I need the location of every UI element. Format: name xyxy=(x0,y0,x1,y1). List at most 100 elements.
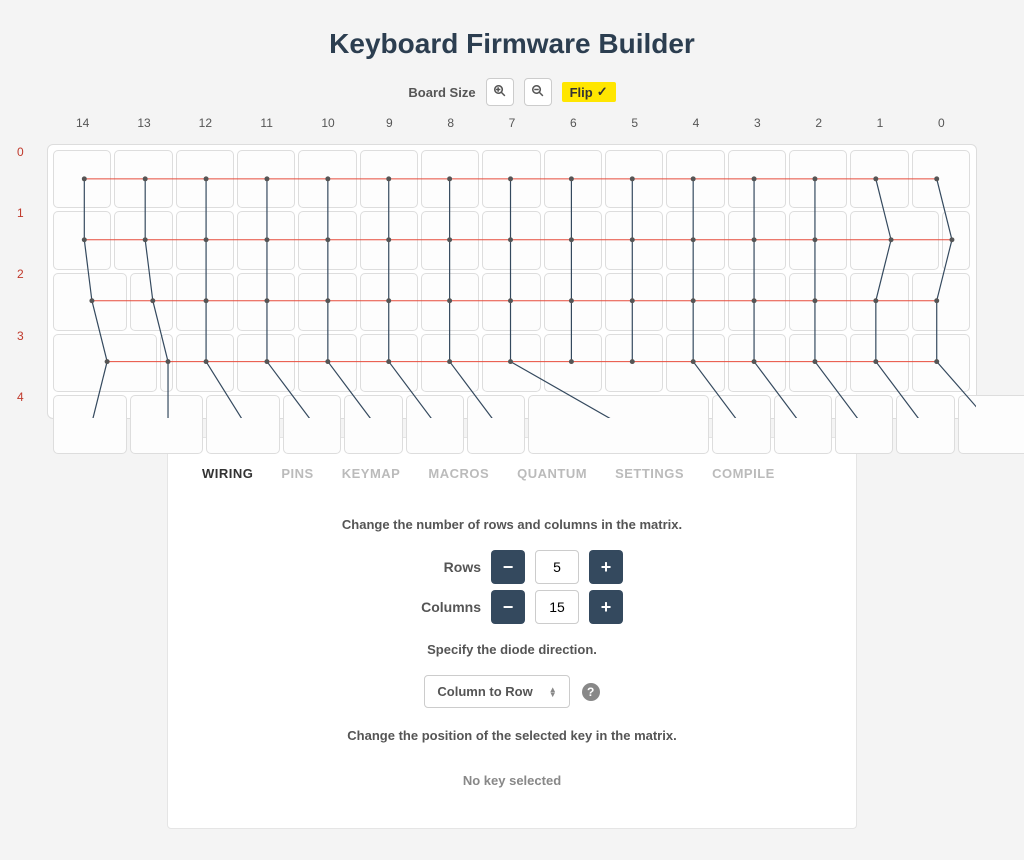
tab-pins[interactable]: PINS xyxy=(281,466,313,481)
key[interactable] xyxy=(605,211,663,269)
key[interactable] xyxy=(850,334,908,392)
columns-label: Columns xyxy=(401,599,481,615)
key[interactable] xyxy=(176,211,234,269)
key[interactable] xyxy=(421,150,479,208)
row-label: 1 xyxy=(17,206,24,220)
key[interactable] xyxy=(130,395,204,453)
key[interactable] xyxy=(666,334,724,392)
key[interactable] xyxy=(421,334,479,392)
key[interactable] xyxy=(789,334,847,392)
key[interactable] xyxy=(666,273,724,331)
row-label: 2 xyxy=(17,267,24,281)
key[interactable] xyxy=(850,273,908,331)
key[interactable] xyxy=(114,150,172,208)
key[interactable] xyxy=(728,211,786,269)
board-toolbar: Board Size Flip ✓ xyxy=(0,78,1024,106)
key[interactable] xyxy=(344,395,402,453)
tab-wiring[interactable]: WIRING xyxy=(202,466,253,481)
key[interactable] xyxy=(482,334,540,392)
key[interactable] xyxy=(298,150,356,208)
key[interactable] xyxy=(544,334,602,392)
key[interactable] xyxy=(53,211,111,269)
columns-decrement-button[interactable]: − xyxy=(491,590,525,624)
key[interactable] xyxy=(728,150,786,208)
key[interactable] xyxy=(666,150,724,208)
key[interactable] xyxy=(942,211,970,269)
flip-toggle[interactable]: Flip ✓ xyxy=(562,82,616,102)
key[interactable] xyxy=(482,211,540,269)
key[interactable] xyxy=(237,273,295,331)
key[interactable] xyxy=(160,334,172,392)
key[interactable] xyxy=(360,273,418,331)
key[interactable] xyxy=(421,273,479,331)
tab-settings[interactable]: SETTINGS xyxy=(615,466,684,481)
key[interactable] xyxy=(605,334,663,392)
columns-input[interactable] xyxy=(535,590,579,624)
zoom-out-button[interactable] xyxy=(524,78,552,106)
key[interactable] xyxy=(912,150,970,208)
key[interactable] xyxy=(728,334,786,392)
key[interactable] xyxy=(176,334,234,392)
key[interactable] xyxy=(406,395,464,453)
key[interactable] xyxy=(912,273,970,331)
key[interactable] xyxy=(130,273,173,331)
key[interactable] xyxy=(360,211,418,269)
key[interactable] xyxy=(789,273,847,331)
key[interactable] xyxy=(237,334,295,392)
key[interactable] xyxy=(360,150,418,208)
rows-input[interactable] xyxy=(535,550,579,584)
key[interactable] xyxy=(958,395,1024,453)
tab-quantum[interactable]: QUANTUM xyxy=(517,466,587,481)
key[interactable] xyxy=(789,150,847,208)
key[interactable] xyxy=(283,395,341,453)
key[interactable] xyxy=(544,211,602,269)
key[interactable] xyxy=(53,395,127,453)
key[interactable] xyxy=(53,334,157,392)
key[interactable] xyxy=(237,211,295,269)
rows-stepper: Rows − + xyxy=(192,550,832,584)
key[interactable] xyxy=(912,334,970,392)
help-icon[interactable]: ? xyxy=(582,683,600,701)
column-label: 14 xyxy=(76,116,89,130)
key[interactable] xyxy=(176,273,234,331)
key[interactable] xyxy=(728,273,786,331)
key[interactable] xyxy=(896,395,954,453)
key[interactable] xyxy=(712,395,770,453)
columns-increment-button[interactable]: + xyxy=(589,590,623,624)
key[interactable] xyxy=(835,395,893,453)
key[interactable] xyxy=(114,211,172,269)
key[interactable] xyxy=(605,150,663,208)
key[interactable] xyxy=(53,273,127,331)
diode-direction-select[interactable]: Column to Row ▲▼ xyxy=(424,675,569,708)
key[interactable] xyxy=(298,334,356,392)
tab-keymap[interactable]: KEYMAP xyxy=(342,466,401,481)
key[interactable] xyxy=(482,150,540,208)
keyboard-board[interactable] xyxy=(47,144,977,419)
rows-decrement-button[interactable]: − xyxy=(491,550,525,584)
key[interactable] xyxy=(53,150,111,208)
key[interactable] xyxy=(421,211,479,269)
key[interactable] xyxy=(298,211,356,269)
key[interactable] xyxy=(298,273,356,331)
key[interactable] xyxy=(605,273,663,331)
column-label: 7 xyxy=(509,116,516,130)
key[interactable] xyxy=(666,211,724,269)
key[interactable] xyxy=(360,334,418,392)
key[interactable] xyxy=(528,395,709,453)
key[interactable] xyxy=(544,150,602,208)
tab-macros[interactable]: MACROS xyxy=(428,466,489,481)
key[interactable] xyxy=(850,211,939,269)
key[interactable] xyxy=(206,395,280,453)
config-panel: WIRING PINS KEYMAP MACROS QUANTUM SETTINGS COM… xyxy=(167,437,857,829)
key[interactable] xyxy=(482,273,540,331)
tab-compile[interactable]: COMPILE xyxy=(712,466,775,481)
key[interactable] xyxy=(237,150,295,208)
key[interactable] xyxy=(467,395,525,453)
key[interactable] xyxy=(176,150,234,208)
key[interactable] xyxy=(774,395,832,453)
rows-increment-button[interactable]: + xyxy=(589,550,623,584)
key[interactable] xyxy=(544,273,602,331)
key[interactable] xyxy=(789,211,847,269)
zoom-in-button[interactable] xyxy=(486,78,514,106)
key[interactable] xyxy=(850,150,908,208)
